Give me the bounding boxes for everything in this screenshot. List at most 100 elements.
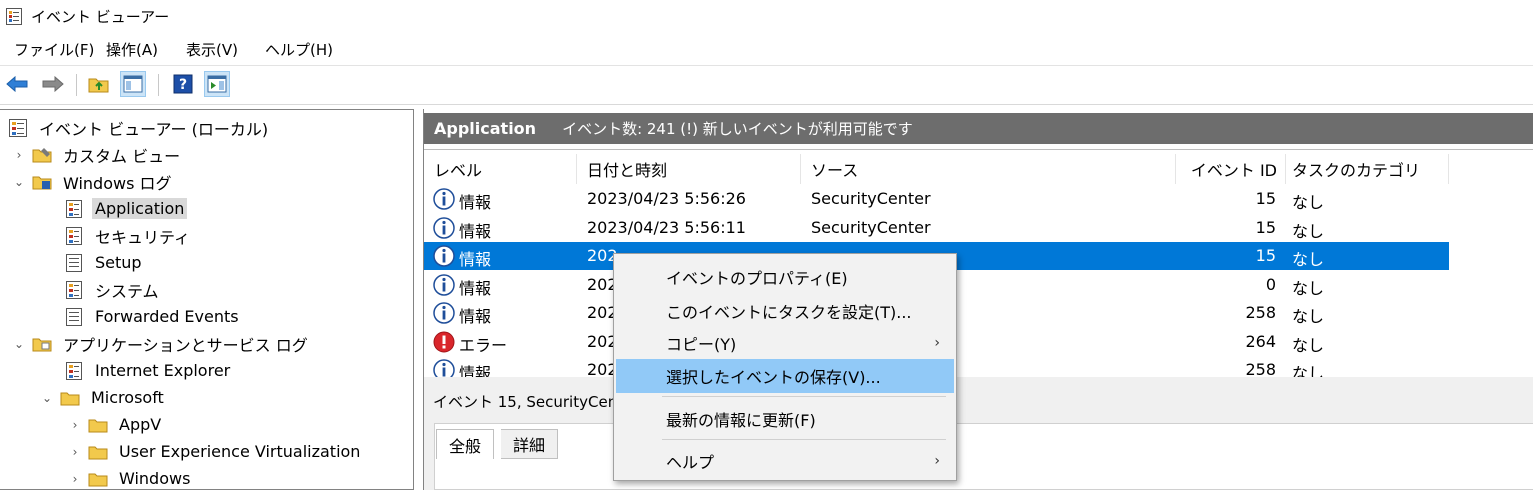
event-details-pane: イベント 15, SecurityCen 全般 詳細	[424, 377, 1533, 490]
table-row[interactable]: 情報 2023/04/23 5:56:11 SecurityCenter 15 なし	[424, 214, 1449, 242]
tree-label: カスタム ビュー	[63, 146, 181, 166]
tree-label: Microsoft	[91, 388, 164, 407]
tree-item-windows[interactable]: › Windows	[68, 465, 193, 489]
event-count-info: イベント数: 241 (!) 新しいイベントが利用可能です	[562, 120, 913, 138]
info-icon	[433, 302, 455, 324]
tree-item-uev[interactable]: › User Experience Virtualization	[68, 438, 363, 465]
chevron-down-icon[interactable]: ⌄	[12, 337, 26, 351]
cell-event-id: 15	[1255, 189, 1276, 208]
help-button[interactable]: ?	[170, 71, 196, 97]
cell-event-id: 15	[1255, 246, 1276, 265]
chevron-down-icon[interactable]: ⌄	[12, 175, 26, 189]
tree-item-custom-views[interactable]: › カスタム ビュー	[12, 141, 183, 168]
back-arrow-icon	[6, 76, 28, 92]
chevron-down-icon[interactable]: ⌄	[40, 391, 54, 405]
tree-root-event-viewer[interactable]: イベント ビューアー (ローカル)	[8, 114, 271, 141]
cell-event-id: 258	[1245, 360, 1276, 378]
cell-level: 情報	[459, 221, 492, 241]
forward-button[interactable]	[40, 71, 66, 97]
submenu-arrow-icon: ›	[934, 335, 940, 351]
menu-action[interactable]: 操作(A)	[106, 39, 158, 60]
event-viewer-app-icon	[6, 8, 22, 25]
column-header-datetime[interactable]: 日付と時刻	[577, 154, 801, 184]
ctx-label: ヘルプ	[666, 453, 715, 472]
ctx-save-selected-events[interactable]: 選択したイベントの保存(V)...	[616, 359, 954, 393]
menu-bar: ファイル(F) 操作(A) 表示(V) ヘルプ(H)	[0, 33, 1533, 66]
folder-icon	[88, 419, 108, 432]
log-icon	[66, 199, 82, 218]
event-list[interactable]: レベル 日付と時刻 ソース イベント ID タスクのカテゴリ 情報 2023/04…	[424, 149, 1533, 378]
column-header-level[interactable]: レベル	[424, 154, 577, 184]
tab-details[interactable]: 詳細	[501, 429, 559, 459]
help-book-icon: ?	[173, 74, 193, 94]
tree-item-system[interactable]: システム	[64, 276, 162, 303]
cell-task-category: なし	[1292, 278, 1325, 298]
tree-item-application[interactable]: Application	[64, 195, 188, 222]
cell-task-category: なし	[1292, 307, 1325, 326]
ctx-attach-task[interactable]: このイベントにタスクを設定(T)...	[616, 294, 954, 328]
column-header-task-category[interactable]: タスクのカテゴリ	[1286, 154, 1449, 184]
table-row[interactable]: 情報 2023/04/23 5:56:26 SecurityCenter 15 なし	[424, 185, 1449, 213]
chevron-right-icon[interactable]: ›	[68, 445, 82, 459]
ctx-label: コピー(Y)	[666, 335, 737, 354]
svg-text:?: ?	[179, 77, 187, 93]
tree-item-setup[interactable]: Setup	[64, 249, 145, 276]
cell-task-category: なし	[1292, 335, 1325, 355]
tree-label: Windows	[119, 469, 191, 488]
tree-item-internet-explorer[interactable]: Internet Explorer	[64, 357, 233, 384]
cell-event-id: 15	[1255, 217, 1276, 237]
tree-item-microsoft[interactable]: ⌄ Microsoft	[40, 384, 167, 411]
cell-task-category: なし	[1292, 221, 1325, 241]
ctx-event-properties[interactable]: イベントのプロパティ(E)	[616, 260, 954, 294]
log-icon	[66, 280, 82, 299]
custom-view-folder-icon	[32, 147, 52, 162]
ctx-copy[interactable]: コピー(Y) ›	[616, 326, 954, 360]
chevron-right-icon[interactable]: ›	[68, 418, 82, 432]
title-bar: イベント ビューアー	[0, 0, 1533, 33]
console-tree: イベント ビューアー (ローカル) › カスタム ビュー ⌄ Windows ロ…	[0, 109, 414, 490]
tab-general[interactable]: 全般	[436, 429, 495, 459]
folder-icon	[88, 446, 108, 459]
cell-event-id: 0	[1265, 274, 1276, 294]
cell-level: 情報	[459, 278, 492, 298]
cell-task-category: なし	[1292, 250, 1325, 269]
windows-logs-folder-icon	[32, 176, 52, 189]
tree-label: AppV	[119, 415, 162, 434]
tree-label: セキュリティ	[95, 227, 191, 247]
chevron-right-icon[interactable]: ›	[12, 148, 26, 162]
cell-level: 情報	[459, 193, 492, 212]
log-name: Application	[434, 119, 537, 138]
chevron-right-icon[interactable]: ›	[68, 472, 82, 486]
cell-event-id: 264	[1245, 331, 1276, 351]
tree-item-windows-logs[interactable]: ⌄ Windows ログ	[12, 168, 175, 195]
event-details-title: イベント 15, SecurityCen	[433, 393, 618, 411]
up-folder-button[interactable]	[86, 71, 112, 97]
tree-item-forwarded-events[interactable]: Forwarded Events	[64, 303, 242, 330]
menu-file[interactable]: ファイル(F)	[14, 39, 94, 60]
error-icon	[433, 331, 455, 352]
window-title: イベント ビューアー	[31, 8, 170, 26]
menu-help[interactable]: ヘルプ(H)	[265, 39, 333, 60]
show-hide-console-tree-button[interactable]	[120, 71, 146, 97]
back-button[interactable]	[4, 71, 30, 97]
tree-item-appv[interactable]: › AppV	[68, 411, 164, 438]
menu-view[interactable]: 表示(V)	[186, 39, 238, 60]
ctx-label: イベントのプロパティ(E)	[666, 269, 848, 288]
details-tab-panel	[434, 423, 1533, 490]
ctx-help[interactable]: ヘルプ ›	[616, 444, 954, 478]
tree-item-apps-services-logs[interactable]: ⌄ アプリケーションとサービス ログ	[12, 330, 311, 357]
tree-label: Setup	[95, 253, 142, 272]
cell-level: 情報	[459, 250, 492, 269]
action-pane-icon	[207, 75, 227, 93]
ctx-refresh[interactable]: 最新の情報に更新(F)	[616, 402, 954, 436]
plain-log-icon	[66, 253, 82, 272]
tree-label: Internet Explorer	[95, 361, 231, 380]
ctx-label: このイベントにタスクを設定(T)...	[666, 303, 912, 322]
info-icon	[433, 245, 455, 267]
tree-item-security[interactable]: セキュリティ	[64, 222, 193, 249]
column-header-event-id[interactable]: イベント ID	[1176, 154, 1286, 184]
info-icon	[433, 216, 455, 239]
folder-up-icon	[88, 78, 109, 93]
column-header-source[interactable]: ソース	[801, 154, 1176, 184]
show-hide-action-pane-button[interactable]	[204, 71, 230, 97]
